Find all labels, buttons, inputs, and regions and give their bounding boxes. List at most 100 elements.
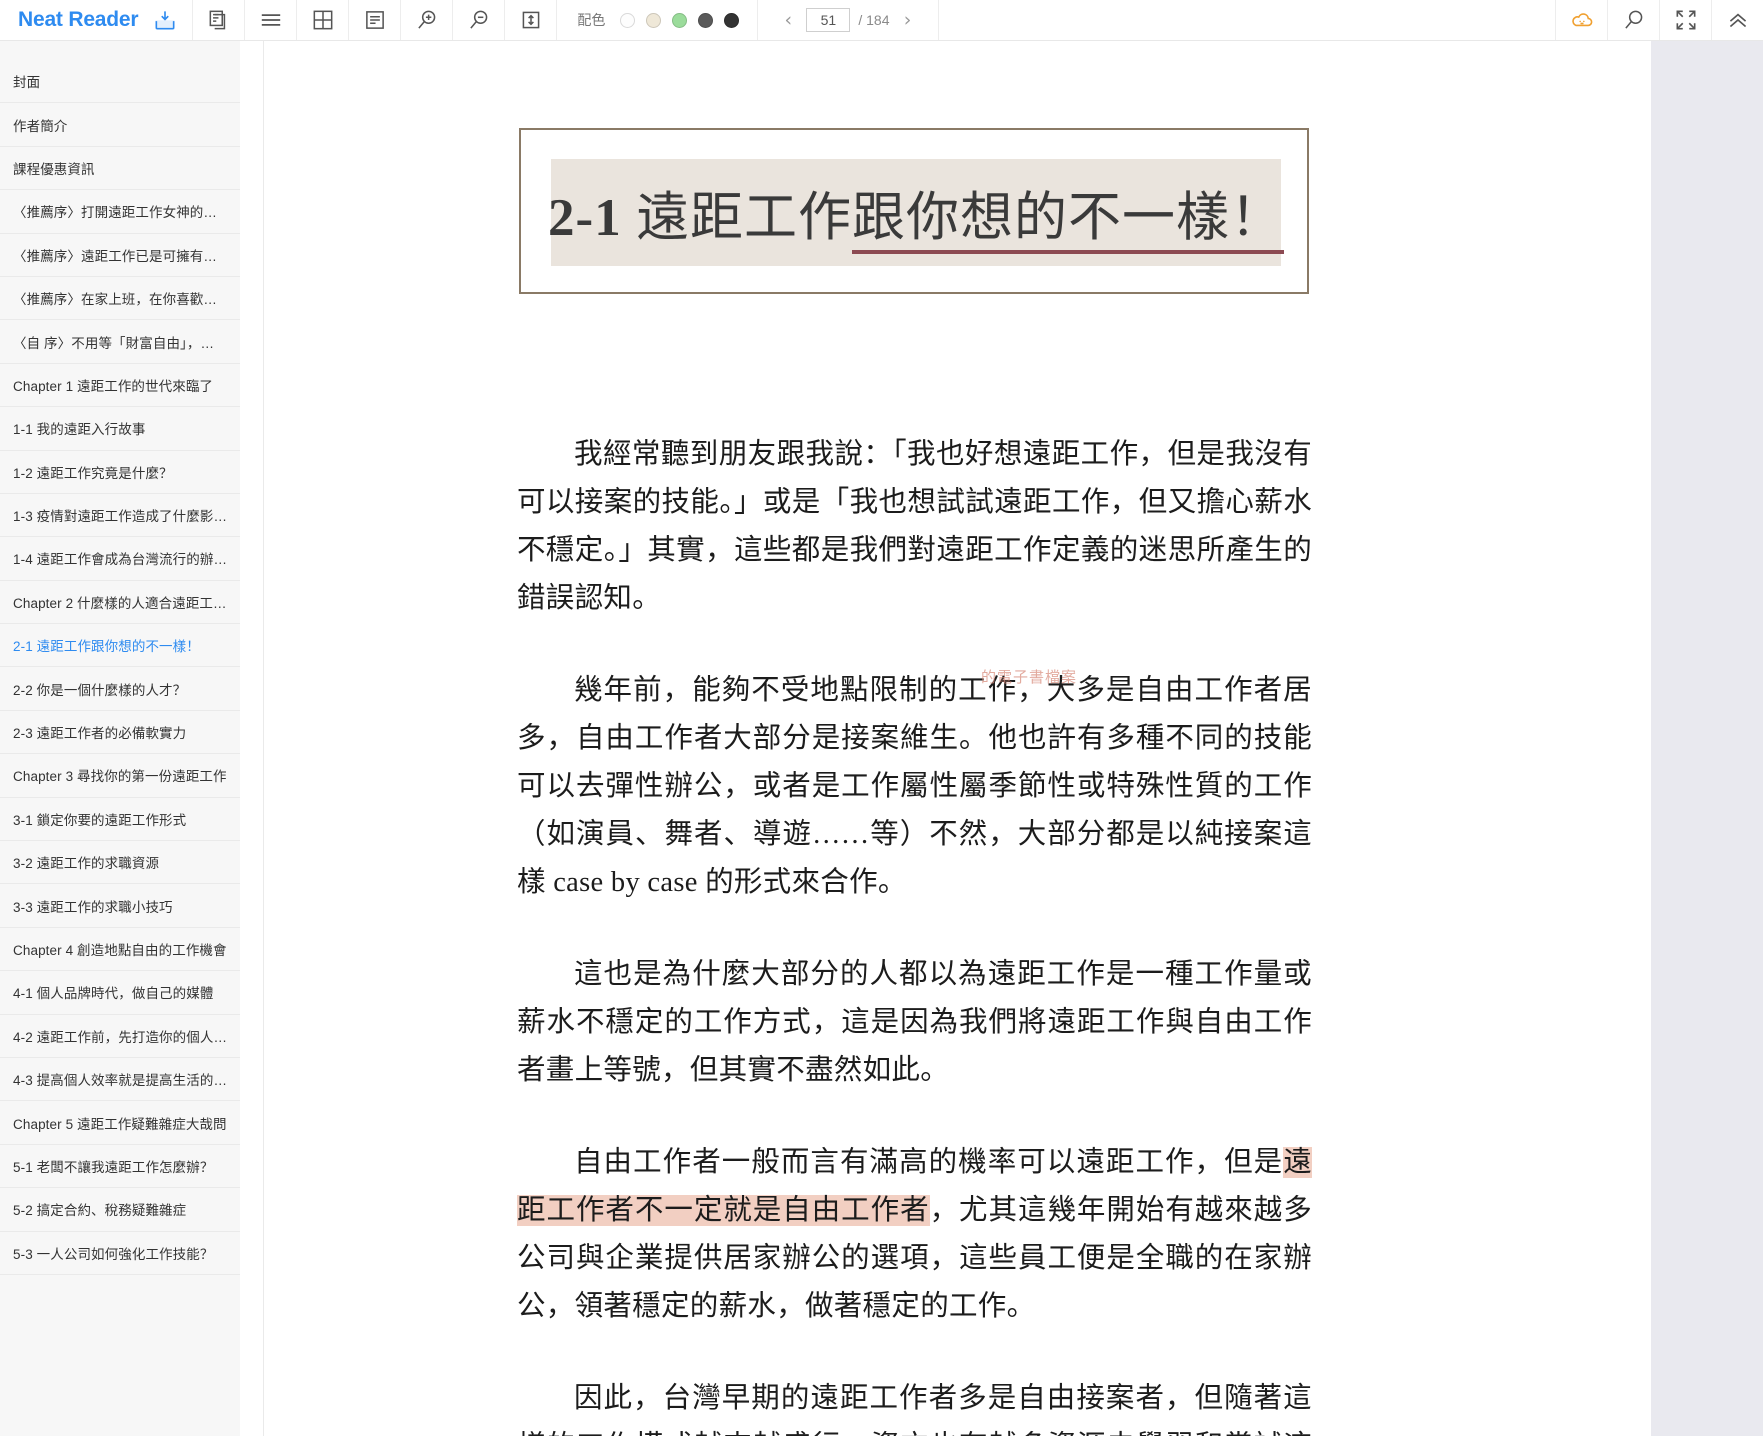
sidebar-item-label: 作者簡介 <box>13 118 68 134</box>
color-scheme-group: 配色 <box>556 0 757 40</box>
sidebar-page-gutter <box>240 41 264 1436</box>
sidebar-item-label: 1-2 遠距工作究竟是什麼？ <box>13 465 173 481</box>
prev-page-button[interactable]: ‹ <box>778 10 798 30</box>
sidebar-item-25[interactable]: 5-1 老闆不讓我遠距工作怎麼辦？ <box>0 1145 240 1189</box>
sidebar-item-12[interactable]: Chapter 2 什麼樣的人適合遠距工作？ <box>0 581 240 625</box>
sidebar-item-22[interactable]: 4-2 遠距工作前，先打造你的個人履歷 <box>0 1015 240 1058</box>
copy-icon <box>206 7 232 33</box>
sidebar-item-6[interactable]: 〈自 序〉不用等「財富自由」，就能… <box>0 320 240 364</box>
paragraph: 自由工作者一般而言有滿高的機率可以遠距工作，但是遠距工作者不一定就是自由工作者，… <box>517 1139 1312 1331</box>
collapse-toolbar-icon <box>1725 7 1751 33</box>
cloud-sync-icon <box>1569 7 1595 33</box>
sidebar-item-label: Chapter 1 遠距工作的世代來臨了 <box>13 378 214 394</box>
sidebar-item-label: 1-1 我的遠距入行故事 <box>13 422 146 438</box>
sidebar-item-label: 2-1 遠距工作跟你想的不一樣！ <box>13 639 200 655</box>
sidebar-item-1[interactable]: 作者簡介 <box>0 103 240 147</box>
toc-sidebar[interactable]: 封面作者簡介課程優惠資訊〈推薦序〉打開遠距工作女神的高含金… 〈推薦序〉遠距工作已… <box>0 41 240 1436</box>
paragraph-text: 我經常聽到朋友跟我說：「我也好想遠距工作，但是我沒有可以接案的技能。」或是「我也… <box>517 439 1312 614</box>
sidebar-item-4[interactable]: 〈推薦序〉遠距工作已是可擁有的更自… <box>0 234 240 277</box>
reader-canvas[interactable]: 2-1 遠距工作跟你想的不一樣！ 我經常聽到朋友跟我說：「我也好想遠距工作，但是… <box>265 41 1763 1436</box>
scheme-sepia-swatch[interactable] <box>646 12 662 28</box>
sidebar-item-13[interactable]: 2-1 遠距工作跟你想的不一樣！ <box>0 624 240 668</box>
sidebar-item-16[interactable]: Chapter 3 尋找你的第一份遠距工作 <box>0 754 240 798</box>
sidebar-item-3[interactable]: 〈推薦序〉打開遠距工作女神的高含金… <box>0 190 240 234</box>
paragraph-text: 因此，台灣早期的遠距工作者多是自由接案者，但隨著這樣的工作模式越來越盛行，資方也… <box>517 1383 1312 1436</box>
sidebar-item-10[interactable]: 1-3 疫情對遠距工作造成了什麼影響？ <box>0 494 240 538</box>
sidebar-item-label: Chapter 4 創造地點自由的工作機會 <box>13 943 227 958</box>
sidebar-item-17[interactable]: 3-1 鎖定你要的遠距工作形式 <box>0 798 240 842</box>
zoom-in-button[interactable] <box>400 0 452 40</box>
fullscreen-icon <box>1673 7 1699 33</box>
total-pages-label: / 184 <box>858 12 890 28</box>
top-toolbar: Neat Reader 配色 ‹ 51 / 184 › <box>0 0 1763 41</box>
sidebar-item-8[interactable]: 1-1 我的遠距入行故事 <box>0 407 240 451</box>
app-brand-name: Neat Reader <box>18 8 139 31</box>
sidebar-item-label: Chapter 5 遠距工作疑難雜症大哉問 <box>13 1116 227 1132</box>
sidebar-item-18[interactable]: 3-2 遠距工作的求職資源 <box>0 841 240 885</box>
sidebar-item-label: 〈推薦序〉遠距工作已是可擁有的更自… <box>13 248 227 264</box>
sidebar-item-19[interactable]: 3-3 遠距工作的求職小技巧 <box>0 884 240 928</box>
sidebar-item-14[interactable]: 2-2 你是一個什麼樣的人才？ <box>0 667 240 711</box>
sidebar-item-20[interactable]: Chapter 4 創造地點自由的工作機會 <box>0 928 240 972</box>
sidebar-item-7[interactable]: Chapter 1 遠距工作的世代來臨了 <box>0 364 240 408</box>
page-number-input[interactable]: 51 <box>806 8 851 32</box>
sidebar-item-label: 〈自 序〉不用等「財富自由」，就能… <box>13 335 227 351</box>
fullscreen-button[interactable] <box>1659 0 1711 40</box>
sidebar-item-9[interactable]: 1-2 遠距工作究竟是什麼？ <box>0 451 240 494</box>
zoom-out-button[interactable] <box>452 0 504 40</box>
sidebar-item-26[interactable]: 5-2 搞定合約、稅務疑難雜症 <box>0 1188 240 1232</box>
zoom-in-icon <box>414 7 440 33</box>
color-scheme-label: 配色 <box>577 12 606 28</box>
scheme-black-swatch[interactable] <box>724 12 740 28</box>
sidebar-item-label: 4-2 遠距工作前，先打造你的個人履歷 <box>13 1029 227 1045</box>
grid-layout-icon <box>310 7 336 33</box>
sidebar-item-label: 2-2 你是一個什麼樣的人才？ <box>13 682 187 698</box>
sidebar-item-label: 3-2 遠距工作的求職資源 <box>13 856 160 872</box>
paragraph: 幾年前，能夠不受地點限制的工作，大多是自由工作者居多，自由工作者大部分是接案維生… <box>517 667 1312 907</box>
sidebar-item-label: 3-3 遠距工作的求職小技巧 <box>13 899 173 915</box>
sidebar-item-label: Chapter 3 尋找你的第一份遠距工作 <box>13 769 227 785</box>
sidebar-item-label: Chapter 2 什麼樣的人適合遠距工作？ <box>13 595 227 611</box>
notes-button[interactable] <box>348 0 400 40</box>
sidebar-item-0[interactable]: 封面 <box>0 60 240 104</box>
scheme-white-swatch[interactable] <box>620 12 636 28</box>
paragraph: 這也是為什麼大部分的人都以為遠距工作是一種工作量或薪水不穩定的工作方式，這是因為… <box>517 951 1312 1095</box>
sidebar-item-label: 〈推薦序〉打開遠距工作女神的高含金… <box>13 205 227 221</box>
sidebar-item-11[interactable]: 1-4 遠距工作會成為台灣流行的辦公模… <box>0 537 240 581</box>
scheme-gray-swatch[interactable] <box>698 12 714 28</box>
sidebar-item-label: 4-1 個人品牌時代，做自己的媒體 <box>13 986 214 1002</box>
sidebar-item-27[interactable]: 5-3 一人公司如何強化工作技能？ <box>0 1232 240 1275</box>
line-height-icon <box>518 7 544 33</box>
save-to-bookshelf-icon[interactable] <box>152 7 178 33</box>
sidebar-item-15[interactable]: 2-3 遠距工作者的必備軟實力 <box>0 711 240 755</box>
brand-group: Neat Reader <box>0 0 192 40</box>
toc-list: 封面作者簡介課程優惠資訊〈推薦序〉打開遠距工作女神的高含金… 〈推薦序〉遠距工作已… <box>0 41 240 1275</box>
sidebar-item-label: 2-3 遠距工作者的必備軟實力 <box>13 726 187 742</box>
next-page-button[interactable]: › <box>898 10 918 30</box>
copy-button[interactable] <box>192 0 244 40</box>
paragraph-list: 我經常聽到朋友跟我說：「我也好想遠距工作，但是我沒有可以接案的技能。」或是「我也… <box>517 431 1312 1436</box>
sidebar-item-5[interactable]: 〈推薦序〉在家上班，在你喜歡的地方… <box>0 277 240 321</box>
page-navigation: ‹ 51 / 184 › <box>757 0 939 40</box>
chapter-title-underlined: 跟你想的不一樣！ <box>851 188 1284 254</box>
paragraph-text: 自由工作者一般而言有滿高的機率可以遠距工作，但是 <box>574 1147 1284 1178</box>
paragraph: 因此，台灣早期的遠距工作者多是自由接案者，但隨著這樣的工作模式越來越盛行，資方也… <box>517 1375 1312 1436</box>
search-icon <box>1621 7 1647 33</box>
sidebar-item-label: 1-3 疫情對遠距工作造成了什麼影響？ <box>13 509 227 525</box>
toc-menu-button[interactable] <box>244 0 296 40</box>
sidebar-item-label: 〈推薦序〉在家上班，在你喜歡的地方… <box>13 292 227 308</box>
cloud-sync-button[interactable] <box>1555 0 1607 40</box>
sidebar-item-2[interactable]: 課程優惠資訊 <box>0 147 240 191</box>
sidebar-item-21[interactable]: 4-1 個人品牌時代，做自己的媒體 <box>0 971 240 1015</box>
search-button[interactable] <box>1607 0 1659 40</box>
line-height-button[interactable] <box>504 0 556 40</box>
sidebar-item-label: 5-2 搞定合約、稅務疑難雜症 <box>13 1203 187 1219</box>
body-text: 我經常聽到朋友跟我說：「我也好想遠距工作，但是我沒有可以接案的技能。」或是「我也… <box>517 431 1312 1436</box>
paragraph: 我經常聽到朋友跟我說：「我也好想遠距工作，但是我沒有可以接案的技能。」或是「我也… <box>517 431 1312 623</box>
sidebar-item-24[interactable]: Chapter 5 遠距工作疑難雜症大哉問 <box>0 1101 240 1145</box>
grid-layout-button[interactable] <box>296 0 348 40</box>
collapse-toolbar-button[interactable] <box>1711 0 1763 40</box>
scheme-green-swatch[interactable] <box>672 12 688 28</box>
sidebar-item-23[interactable]: 4-3 提高個人效率就是提高生活的品質 <box>0 1058 240 1102</box>
